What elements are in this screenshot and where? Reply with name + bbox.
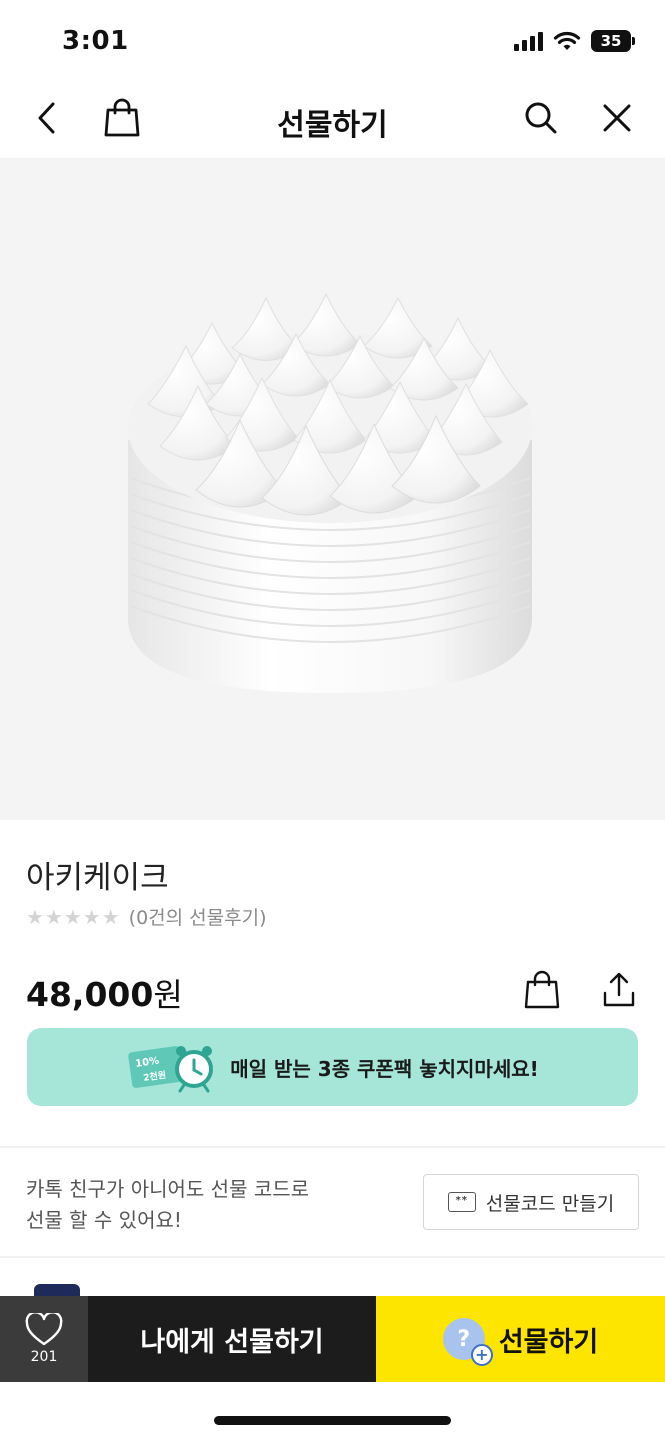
top-navigation: 선물하기	[0, 80, 665, 158]
battery-icon: 35	[591, 30, 635, 52]
coupon-alarm-icon: 10% 2천원	[128, 1046, 214, 1093]
product-image[interactable]	[0, 158, 665, 820]
heart-icon	[25, 1313, 63, 1346]
star-rating-icon: ★★★★★	[26, 904, 121, 929]
create-gift-code-button[interactable]: ** 선물코드 만들기	[423, 1174, 639, 1230]
rating-row[interactable]: ★★★★★ (0건의 선물후기)	[26, 903, 267, 930]
create-gift-code-label: 선물코드 만들기	[485, 1192, 615, 1215]
bottom-action-bar: 201 나에게 선물하기 ? + 선물하기	[0, 1296, 665, 1382]
share-button[interactable]	[595, 966, 643, 1014]
home-indicator-area	[0, 1382, 665, 1440]
friend-add-icon-text: ?	[457, 1326, 471, 1352]
product-price: 48,000원	[26, 970, 183, 1016]
status-time: 3:01	[62, 26, 129, 56]
divider	[0, 1146, 665, 1148]
coupon-banner[interactable]: 10% 2천원 매일 받는 3종 쿠폰팩 놓치지마세요!	[27, 1028, 638, 1106]
plus-icon: +	[470, 1344, 493, 1366]
review-count: (0건의 선물후기)	[128, 907, 267, 929]
shopping-bag-icon	[524, 970, 560, 1009]
brand-logo	[34, 1284, 80, 1296]
cake-image	[128, 292, 532, 693]
add-to-cart-button[interactable]	[518, 966, 566, 1014]
wishlist-button[interactable]: 201	[0, 1296, 88, 1382]
coupon-banner-text: 매일 받는 3종 쿠폰팩 놓치지마세요!	[230, 1056, 539, 1081]
price-unit: 원	[153, 976, 183, 1014]
friend-add-icon: ? +	[442, 1318, 493, 1366]
gift-code-icon: **	[447, 1192, 476, 1212]
status-icons: 35	[514, 30, 635, 52]
gift-to-self-button[interactable]: 나에게 선물하기	[88, 1296, 376, 1382]
gift-code-description-line2: 선물 할 수 있어요!	[26, 1208, 182, 1232]
price-value: 48,000	[26, 975, 154, 1014]
close-icon	[603, 104, 631, 132]
page-title: 선물하기	[277, 108, 388, 143]
wifi-icon	[553, 31, 581, 50]
product-name: 아키케이크	[26, 860, 169, 896]
signal-icon	[514, 31, 543, 51]
gift-code-description-line1: 카톡 친구가 아니어도 선물 코드로	[26, 1177, 310, 1201]
gift-button-label: 선물하기	[498, 1326, 599, 1358]
divider	[0, 1256, 665, 1258]
status-bar: 3:01 35	[0, 0, 665, 80]
wish-count: 201	[30, 1349, 58, 1365]
close-button[interactable]	[593, 94, 641, 142]
home-indicator[interactable]	[214, 1416, 451, 1425]
search-button[interactable]	[517, 94, 565, 142]
gift-code-description: 카톡 친구가 아니어도 선물 코드로 선물 할 수 있어요!	[26, 1174, 356, 1236]
share-icon	[603, 972, 635, 1007]
gift-button[interactable]: ? + 선물하기	[376, 1296, 665, 1382]
search-icon	[525, 102, 557, 134]
